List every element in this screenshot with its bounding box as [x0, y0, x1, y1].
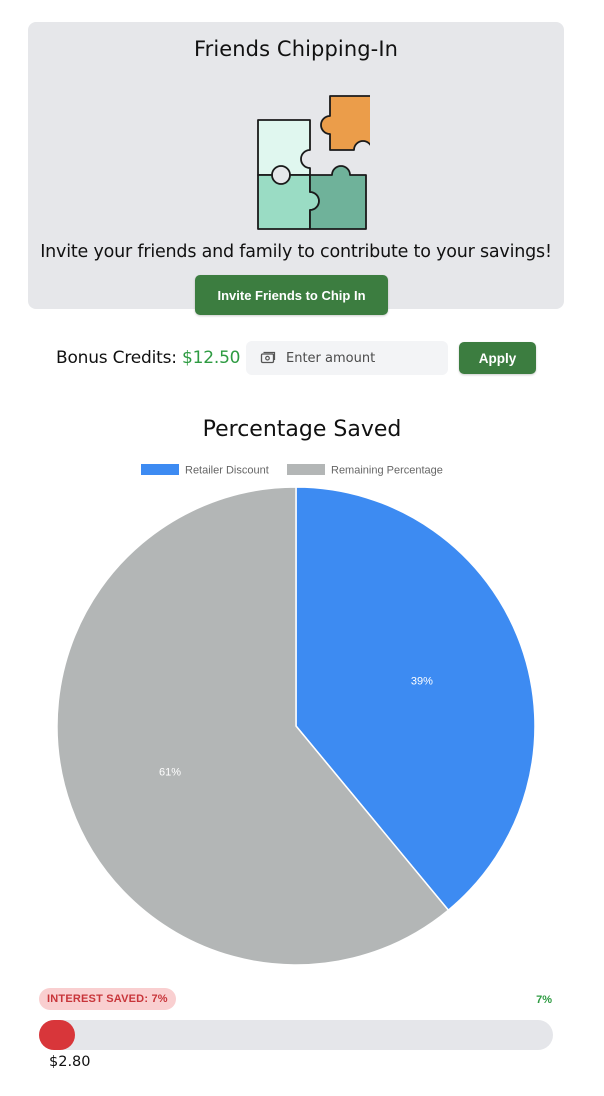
bonus-credits-value: $12.50	[182, 348, 241, 368]
percentage-saved-pie-chart: Retailer Discount Remaining Percentage 3…	[56, 464, 536, 966]
pie-slices	[56, 486, 536, 966]
chart-legend: Retailer Discount Remaining Percentage	[141, 464, 443, 477]
interest-progress-fill	[39, 1020, 75, 1050]
invite-description: Invite your friends and family to contri…	[40, 242, 552, 262]
bonus-credits-row: Bonus Credits: $12.50 Apply	[0, 340, 604, 376]
amount-field[interactable]	[246, 341, 448, 375]
card-title: Friends Chipping-In	[193, 37, 399, 61]
cash-icon	[260, 351, 276, 364]
amount-input[interactable]	[286, 341, 444, 375]
bonus-credits-text: Bonus Credits: $12.50	[56, 348, 241, 368]
pie-label-remaining-percentage: 61%	[159, 766, 181, 778]
interest-progress-bar	[39, 1020, 553, 1050]
legend-label-retailer-discount[interactable]: Retailer Discount	[185, 465, 269, 477]
apply-button[interactable]: Apply	[459, 342, 536, 374]
chart-title: Percentage Saved	[202, 417, 402, 442]
pie-label-retailer-discount: 39%	[411, 676, 433, 688]
interest-saved-badge: INTEREST SAVED: 7%	[39, 988, 176, 1010]
interest-percent-label: 7%	[536, 994, 552, 1006]
invite-friends-button[interactable]: Invite Friends to Chip In	[195, 275, 388, 315]
legend-label-remaining-percentage[interactable]: Remaining Percentage	[331, 465, 443, 477]
legend-swatch-retailer-discount[interactable]	[141, 464, 179, 475]
interest-amount-saved: $2.80	[49, 1054, 91, 1070]
puzzle-pieces-illustration	[257, 95, 370, 230]
legend-swatch-remaining-percentage[interactable]	[287, 464, 325, 475]
bonus-credits-label: Bonus Credits:	[56, 348, 177, 368]
friends-chipping-in-card: Friends Chipping-In Invite your friends …	[28, 22, 564, 315]
